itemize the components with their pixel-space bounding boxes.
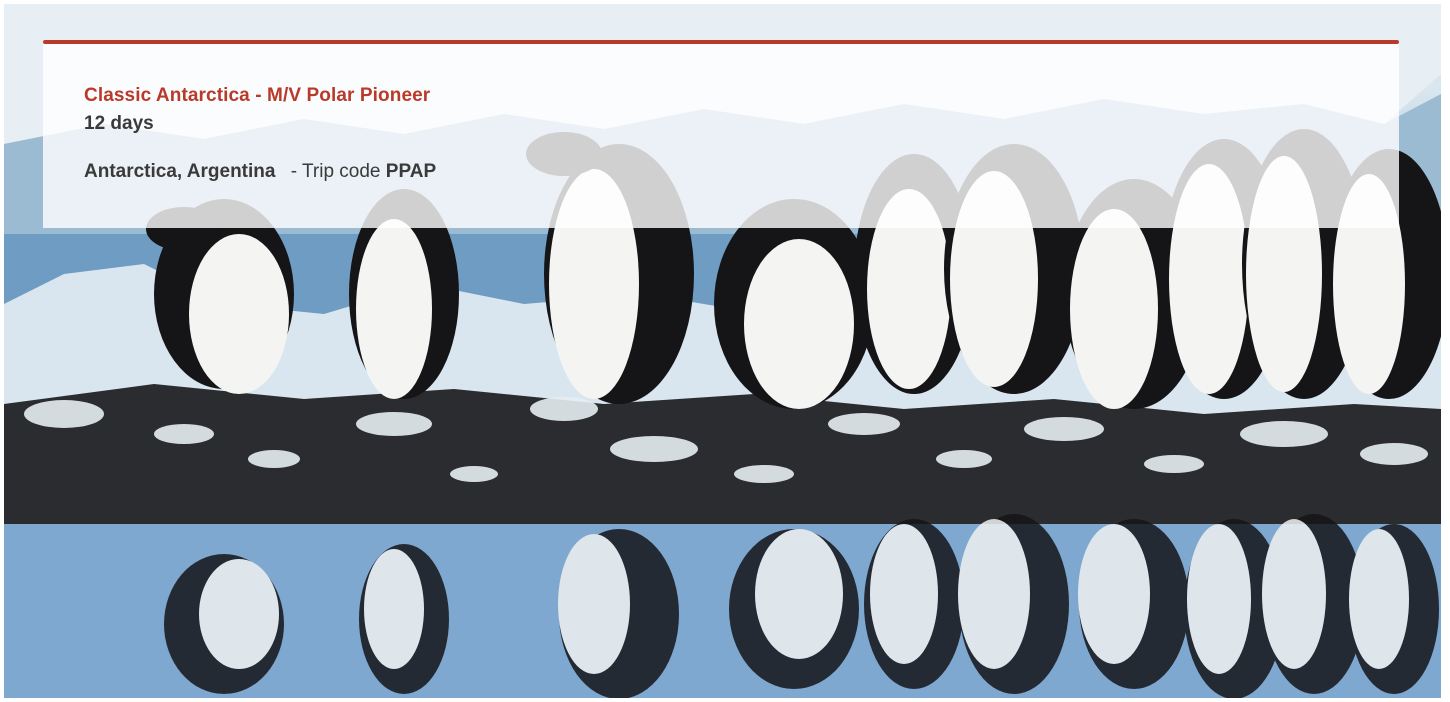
trip-code-label: - Trip code <box>290 161 381 182</box>
trip-destinations: Antarctica, Argentina <box>84 161 276 182</box>
trip-info-panel <box>43 40 1399 228</box>
accent-divider <box>43 40 1399 44</box>
trip-meta: Antarctica, Argentina - Trip code PPAP <box>84 161 436 183</box>
trip-title: Classic Antarctica - M/V Polar Pioneer <box>84 85 431 106</box>
trip-code: PPAP <box>385 161 437 182</box>
trip-duration: 12 days <box>84 113 154 134</box>
trip-hero-banner: Classic Antarctica - M/V Polar Pioneer 1… <box>0 0 1450 702</box>
